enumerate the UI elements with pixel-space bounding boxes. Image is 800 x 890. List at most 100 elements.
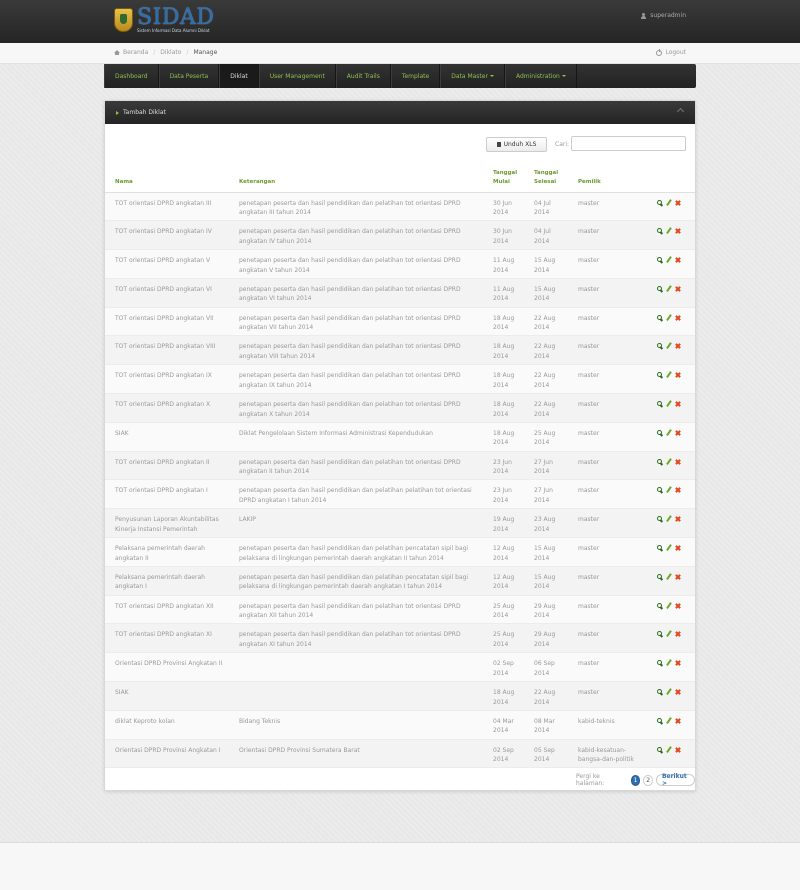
delete-button[interactable]	[675, 286, 681, 292]
delete-button[interactable]	[675, 401, 681, 407]
col-keterangan[interactable]: Keterangan	[229, 166, 483, 193]
edit-button[interactable]	[666, 660, 672, 666]
view-button[interactable]	[657, 689, 663, 695]
delete-button[interactable]	[675, 343, 681, 349]
delete-button[interactable]	[675, 516, 681, 522]
delete-button[interactable]	[675, 315, 681, 321]
delete-button[interactable]	[675, 545, 681, 551]
edit-button[interactable]	[666, 516, 672, 522]
col-pemilik[interactable]: Pemilik	[568, 166, 642, 193]
cell-keterangan: penetapan peserta dan hasil pendidikan d…	[229, 537, 483, 567]
view-button[interactable]	[657, 573, 663, 580]
nav-diklat[interactable]: Diklat	[219, 64, 259, 88]
search-input[interactable]	[571, 136, 686, 151]
view-button[interactable]	[657, 717, 663, 724]
nav-data-master[interactable]: Data Master	[440, 64, 505, 88]
edit-button[interactable]	[666, 631, 672, 637]
delete-button[interactable]	[675, 631, 681, 637]
document-icon	[496, 142, 501, 147]
delete-button[interactable]	[675, 574, 681, 580]
table-row: TOT orientasi DPRD angkatan XI penetapan …	[105, 623, 695, 654]
edit-button[interactable]	[666, 487, 672, 493]
col-tanggal-selesai[interactable]: Tanggal Selesai	[524, 166, 568, 193]
cell-tanggal-selesai: 04 Jul 2014	[524, 220, 568, 251]
nav-data-peserta[interactable]: Data Peserta	[158, 64, 220, 88]
delete-button[interactable]	[675, 228, 681, 234]
view-button[interactable]	[657, 487, 663, 493]
edit-button[interactable]	[666, 430, 672, 436]
edit-button[interactable]	[666, 200, 672, 206]
delete-button[interactable]	[675, 430, 681, 436]
row-actions	[642, 681, 695, 711]
edit-button[interactable]	[666, 689, 672, 695]
edit-button[interactable]	[666, 257, 672, 263]
edit-button[interactable]	[666, 372, 672, 378]
delete-button[interactable]	[675, 257, 681, 263]
breadcrumb-section[interactable]: Diklato	[160, 49, 181, 56]
edit-button[interactable]	[666, 315, 672, 321]
page-1-link[interactable]: 1	[630, 774, 641, 786]
edit-button[interactable]	[666, 545, 672, 551]
row-actions	[642, 364, 695, 395]
delete-button[interactable]	[675, 689, 681, 695]
app-logo[interactable]: SIDAD Sistem Informasi Data Alumni Dikla…	[114, 7, 214, 33]
panel-header[interactable]: Tambah Diklat	[105, 101, 695, 124]
view-button[interactable]	[657, 429, 663, 436]
edit-button[interactable]	[666, 401, 672, 407]
delete-button[interactable]	[675, 200, 681, 206]
view-button[interactable]	[657, 314, 663, 321]
logout-link[interactable]: Logout	[656, 48, 686, 56]
nav-audit-trails[interactable]: Audit Trails	[335, 64, 391, 88]
cell-nama: TOT orientasi DPRD angkatan XI	[105, 623, 229, 654]
delete-button[interactable]	[675, 459, 681, 465]
col-tanggal-mulai[interactable]: Tanggal Mulai	[483, 166, 524, 193]
view-button[interactable]	[657, 631, 663, 637]
edit-button[interactable]	[666, 574, 672, 580]
delete-button[interactable]	[675, 603, 681, 609]
nav-dashboard[interactable]: Dashboard	[104, 64, 159, 88]
cell-pemilik: master	[568, 307, 642, 337]
delete-button[interactable]	[675, 660, 681, 666]
delete-button[interactable]	[675, 487, 681, 493]
edit-button[interactable]	[666, 459, 672, 465]
view-button[interactable]	[657, 343, 663, 349]
page-2-link[interactable]: 2	[643, 774, 653, 786]
pagination: Pergi ke halaman: 1 2 Berikut >	[576, 773, 695, 787]
view-button[interactable]	[657, 516, 663, 522]
delete-button[interactable]	[675, 747, 681, 753]
col-nama[interactable]: Nama	[105, 166, 229, 193]
delete-button[interactable]	[675, 372, 681, 378]
edit-button[interactable]	[666, 603, 672, 609]
nav-administration[interactable]: Administration	[504, 64, 577, 88]
view-button[interactable]	[657, 458, 663, 465]
breadcrumb-home[interactable]: Beranda	[123, 49, 148, 56]
cell-tanggal-selesai: 25 Aug 2014	[524, 422, 568, 452]
view-button[interactable]	[657, 285, 663, 292]
edit-button[interactable]	[666, 286, 672, 292]
cell-keterangan: penetapan peserta dan hasil pendidikan d…	[229, 364, 483, 395]
edit-button[interactable]	[666, 718, 672, 724]
cell-pemilik: master	[568, 537, 642, 567]
view-button[interactable]	[657, 602, 663, 609]
view-button[interactable]	[657, 545, 663, 551]
edit-button[interactable]	[666, 228, 672, 234]
panel-title[interactable]: Tambah Diklat	[123, 109, 166, 116]
nav-template[interactable]: Template	[390, 64, 441, 88]
next-page-button[interactable]: Berikut >	[655, 773, 695, 787]
view-button[interactable]	[657, 257, 663, 263]
cell-nama: TOT orientasi DPRD angkatan II	[105, 451, 229, 481]
edit-button[interactable]	[666, 747, 672, 753]
cell-nama: TOT orientasi DPRD angkatan X	[105, 393, 229, 423]
view-button[interactable]	[657, 746, 663, 753]
collapse-icon[interactable]	[676, 107, 685, 116]
view-button[interactable]	[657, 401, 663, 407]
nav-user-management[interactable]: User Management	[258, 64, 336, 88]
view-button[interactable]	[657, 228, 663, 234]
view-button[interactable]	[657, 199, 663, 206]
edit-button[interactable]	[666, 343, 672, 349]
export-xls-button[interactable]: Unduh XLS	[486, 137, 547, 152]
view-button[interactable]	[657, 372, 663, 378]
delete-button[interactable]	[675, 718, 681, 724]
user-menu[interactable]: superadmin	[641, 12, 686, 19]
view-button[interactable]	[657, 660, 663, 666]
